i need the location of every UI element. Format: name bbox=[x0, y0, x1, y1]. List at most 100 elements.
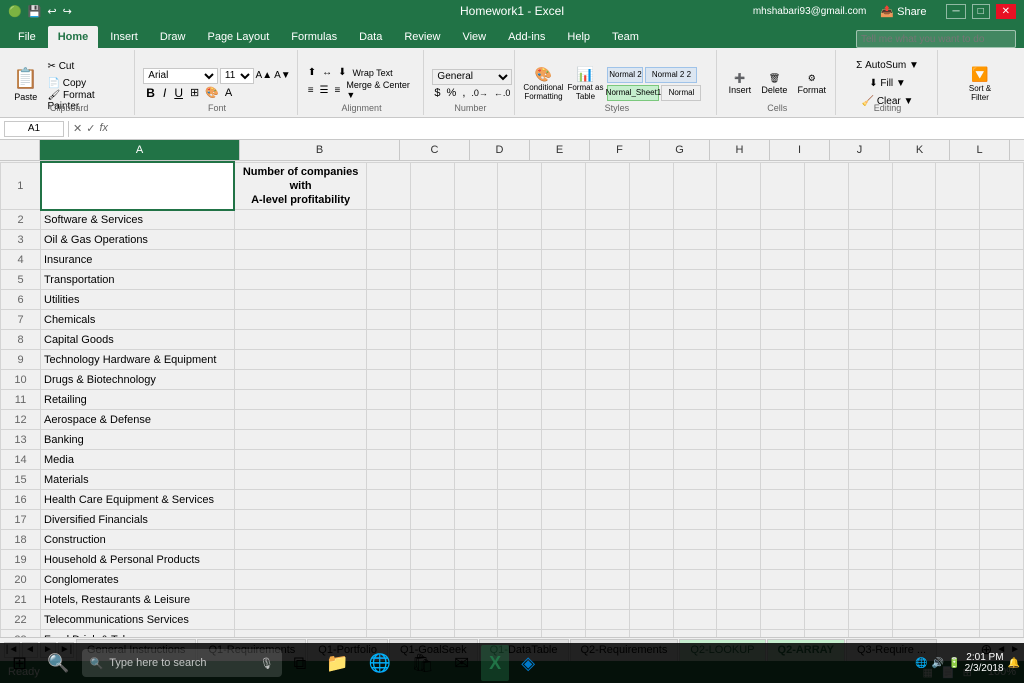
tab-addins[interactable]: Add-ins bbox=[498, 26, 555, 48]
cell-e4[interactable] bbox=[454, 250, 498, 270]
cell-d13[interactable] bbox=[410, 430, 454, 450]
decrease-decimal-button[interactable]: .0→ bbox=[469, 88, 490, 98]
row-num-12[interactable]: 12 bbox=[1, 410, 41, 430]
col-header-c[interactable]: C bbox=[400, 140, 470, 160]
row-num-16[interactable]: 16 bbox=[1, 490, 41, 510]
cell-f15[interactable] bbox=[498, 470, 542, 490]
col-header-e[interactable]: E bbox=[530, 140, 590, 160]
cell-a9[interactable]: Technology Hardware & Equipment bbox=[41, 350, 235, 370]
tell-me-input[interactable] bbox=[856, 30, 1016, 48]
normal22-style[interactable]: Normal 2 2 bbox=[645, 67, 697, 83]
cell-o10[interactable] bbox=[892, 370, 936, 390]
cell-c18[interactable] bbox=[367, 530, 411, 550]
cell-d4[interactable] bbox=[410, 250, 454, 270]
cell-k14[interactable] bbox=[717, 450, 761, 470]
cell-h6[interactable] bbox=[585, 290, 629, 310]
cell-c13[interactable] bbox=[367, 430, 411, 450]
percent-button[interactable]: % bbox=[445, 87, 459, 99]
cell-g22[interactable] bbox=[542, 610, 586, 630]
cell-n17[interactable] bbox=[848, 510, 892, 530]
cell-g18[interactable] bbox=[542, 530, 586, 550]
cell-q3[interactable] bbox=[980, 230, 1024, 250]
tab-formulas[interactable]: Formulas bbox=[281, 26, 347, 48]
cell-g13[interactable] bbox=[542, 430, 586, 450]
cell-d8[interactable] bbox=[410, 330, 454, 350]
cell-k20[interactable] bbox=[717, 570, 761, 590]
cell-f20[interactable] bbox=[498, 570, 542, 590]
cell-b13[interactable] bbox=[234, 430, 366, 450]
cell-a20[interactable]: Conglomerates bbox=[41, 570, 235, 590]
border-button[interactable]: ⊞ bbox=[188, 86, 201, 99]
cell-a21[interactable]: Hotels, Restaurants & Leisure bbox=[41, 590, 235, 610]
cell-k18[interactable] bbox=[717, 530, 761, 550]
cell-n23[interactable] bbox=[848, 630, 892, 637]
normal-sheet1-style[interactable]: Normal_Sheet1 bbox=[607, 85, 659, 101]
cell-n10[interactable] bbox=[848, 370, 892, 390]
col-header-l[interactable]: L bbox=[950, 140, 1010, 160]
cell-d20[interactable] bbox=[410, 570, 454, 590]
cell-h10[interactable] bbox=[585, 370, 629, 390]
cell-q17[interactable] bbox=[980, 510, 1024, 530]
cell-i9[interactable] bbox=[629, 350, 673, 370]
font-color-button[interactable]: A bbox=[223, 87, 234, 99]
cell-h12[interactable] bbox=[585, 410, 629, 430]
cell-d5[interactable] bbox=[410, 270, 454, 290]
cell-l22[interactable] bbox=[761, 610, 805, 630]
row-num-23[interactable]: 23 bbox=[1, 630, 41, 637]
cell-e2[interactable] bbox=[454, 210, 498, 230]
cell-l9[interactable] bbox=[761, 350, 805, 370]
cell-m5[interactable] bbox=[804, 270, 848, 290]
cell-m22[interactable] bbox=[804, 610, 848, 630]
cell-i23[interactable] bbox=[629, 630, 673, 637]
cell-j10[interactable] bbox=[673, 370, 717, 390]
quick-access-undo[interactable]: ↩ bbox=[47, 5, 56, 18]
cell-k12[interactable] bbox=[717, 410, 761, 430]
paste-button[interactable]: 📋 Paste bbox=[10, 59, 42, 109]
cell-i4[interactable] bbox=[629, 250, 673, 270]
cell-j14[interactable] bbox=[673, 450, 717, 470]
normal2-style[interactable]: Normal 2 bbox=[607, 67, 643, 83]
cell-n1[interactable] bbox=[848, 162, 892, 210]
col-header-h[interactable]: H bbox=[710, 140, 770, 160]
cell-n8[interactable] bbox=[848, 330, 892, 350]
row-num-4[interactable]: 4 bbox=[1, 250, 41, 270]
cell-j9[interactable] bbox=[673, 350, 717, 370]
mail-button[interactable]: ✉ bbox=[446, 645, 477, 681]
cell-o6[interactable] bbox=[892, 290, 936, 310]
cell-h16[interactable] bbox=[585, 490, 629, 510]
cell-l4[interactable] bbox=[761, 250, 805, 270]
cell-h3[interactable] bbox=[585, 230, 629, 250]
cell-p20[interactable] bbox=[936, 570, 980, 590]
format-as-table-button[interactable]: 📊 Format asTable bbox=[567, 66, 603, 101]
cell-o20[interactable] bbox=[892, 570, 936, 590]
cell-o3[interactable] bbox=[892, 230, 936, 250]
cell-m19[interactable] bbox=[804, 550, 848, 570]
maximize-button[interactable]: □ bbox=[972, 4, 990, 19]
cell-d9[interactable] bbox=[410, 350, 454, 370]
align-left-button[interactable]: ≡ bbox=[306, 85, 316, 96]
cell-p19[interactable] bbox=[936, 550, 980, 570]
cell-f12[interactable] bbox=[498, 410, 542, 430]
normal-style[interactable]: Normal bbox=[661, 85, 701, 101]
cell-h19[interactable] bbox=[585, 550, 629, 570]
cell-j8[interactable] bbox=[673, 330, 717, 350]
cell-l2[interactable] bbox=[761, 210, 805, 230]
cell-a23[interactable]: Food Drink & Tobacco bbox=[41, 630, 235, 637]
cell-n14[interactable] bbox=[848, 450, 892, 470]
cell-p5[interactable] bbox=[936, 270, 980, 290]
cell-e6[interactable] bbox=[454, 290, 498, 310]
cell-d19[interactable] bbox=[410, 550, 454, 570]
cell-i7[interactable] bbox=[629, 310, 673, 330]
cell-q7[interactable] bbox=[980, 310, 1024, 330]
col-header-a[interactable]: A bbox=[40, 140, 240, 160]
cell-d15[interactable] bbox=[410, 470, 454, 490]
cell-m20[interactable] bbox=[804, 570, 848, 590]
cell-f13[interactable] bbox=[498, 430, 542, 450]
cell-l14[interactable] bbox=[761, 450, 805, 470]
cell-p8[interactable] bbox=[936, 330, 980, 350]
cell-h23[interactable] bbox=[585, 630, 629, 637]
store-button[interactable]: 🛍 bbox=[403, 645, 442, 681]
cell-b6[interactable] bbox=[234, 290, 366, 310]
row-num-3[interactable]: 3 bbox=[1, 230, 41, 250]
cell-l8[interactable] bbox=[761, 330, 805, 350]
